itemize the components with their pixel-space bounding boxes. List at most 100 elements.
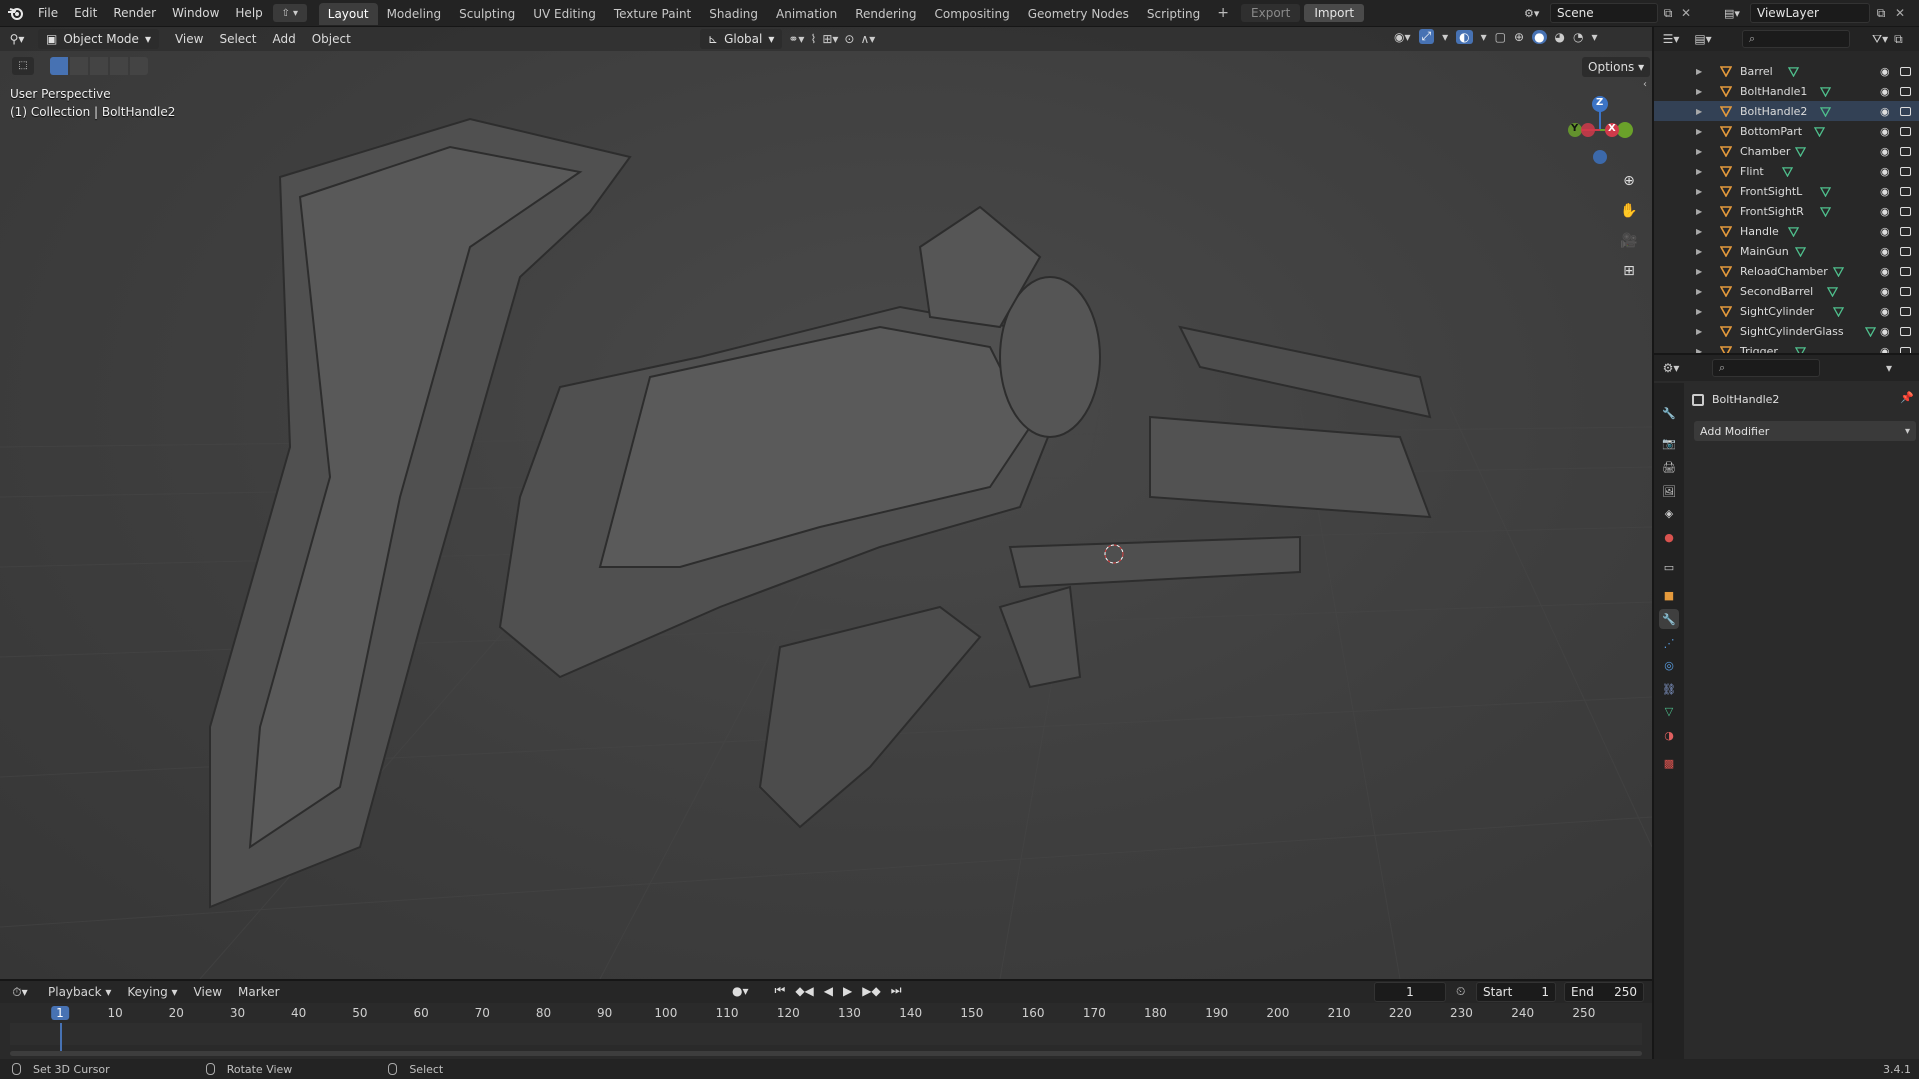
- expand-arrow-icon[interactable]: ▶: [1696, 107, 1702, 116]
- view-layer-icon[interactable]: 🖼: [1659, 481, 1679, 501]
- outliner-item[interactable]: ▶ Chamber ◉: [1654, 141, 1919, 161]
- eye-icon[interactable]: ◉: [1880, 305, 1890, 318]
- menu-file[interactable]: File: [30, 0, 66, 27]
- falloff-icon[interactable]: ∧▾: [860, 32, 875, 46]
- add-modifier-dropdown[interactable]: Add Modifier ▾: [1694, 421, 1916, 441]
- select-intersect-icon[interactable]: [130, 57, 148, 75]
- mesh-data-icon[interactable]: [1833, 266, 1845, 277]
- output-icon[interactable]: 🖨: [1659, 457, 1679, 477]
- jump-start-icon[interactable]: ⏮: [775, 983, 786, 998]
- menu-object[interactable]: Object: [304, 27, 359, 51]
- camera-icon[interactable]: [1900, 306, 1911, 316]
- new-scene-icon[interactable]: ⧉: [1658, 6, 1678, 21]
- filter-icon[interactable]: ⛛▾: [1872, 32, 1888, 47]
- expand-arrow-icon[interactable]: ▶: [1696, 87, 1702, 96]
- outliner-item[interactable]: ▶ Handle ◉: [1654, 221, 1919, 241]
- mesh-data-icon[interactable]: [1794, 246, 1806, 257]
- snap-target-icon[interactable]: ⊞▾: [822, 32, 838, 46]
- menu-keying[interactable]: Keying ▾: [119, 985, 185, 999]
- weapon-model[interactable]: [0, 27, 1652, 979]
- eye-icon[interactable]: ◉: [1880, 225, 1890, 238]
- mesh-data-icon[interactable]: [1788, 226, 1800, 237]
- end-frame-field[interactable]: End 250: [1564, 982, 1644, 1002]
- camera-icon[interactable]: [1900, 166, 1911, 176]
- scene-icon[interactable]: ◈: [1659, 503, 1679, 523]
- expand-arrow-icon[interactable]: ▶: [1696, 127, 1702, 136]
- mesh-data-icon[interactable]: [1826, 286, 1838, 297]
- outliner-item[interactable]: ▶ Flint ◉: [1654, 161, 1919, 181]
- add-workspace-icon[interactable]: +: [1209, 5, 1237, 21]
- pivot-point-icon[interactable]: ⚭▾: [788, 32, 804, 46]
- eye-icon[interactable]: ◉: [1880, 325, 1890, 338]
- texture-icon[interactable]: ▩: [1659, 753, 1679, 773]
- upload-dropdown-button[interactable]: ⇧ ▾: [272, 4, 307, 22]
- auto-keying-icon[interactable]: ●▾: [732, 984, 749, 998]
- menu-playback[interactable]: Playback ▾: [40, 985, 119, 999]
- menu-edit[interactable]: Edit: [66, 0, 105, 27]
- collapse-sidebar-icon[interactable]: ‹: [1643, 79, 1647, 90]
- blender-logo-icon[interactable]: [0, 0, 30, 27]
- tab-sculpting[interactable]: Sculpting: [450, 3, 524, 25]
- object-mode-dropdown[interactable]: ▣ Object Mode ▾: [38, 29, 159, 49]
- menu-add[interactable]: Add: [264, 27, 303, 51]
- play-reverse-icon[interactable]: ◀: [824, 984, 833, 998]
- tab-geometry-nodes[interactable]: Geometry Nodes: [1019, 3, 1138, 25]
- eye-icon[interactable]: ◉: [1880, 185, 1890, 198]
- eye-icon[interactable]: ◉: [1880, 205, 1890, 218]
- mesh-data-icon[interactable]: [1820, 106, 1832, 117]
- world-icon[interactable]: ●: [1659, 527, 1679, 547]
- timeline-scrollbar[interactable]: [10, 1051, 1642, 1056]
- view-layer-icon[interactable]: ▤▾: [1724, 7, 1750, 20]
- tab-rendering[interactable]: Rendering: [846, 3, 925, 25]
- outliner-item[interactable]: ▶ BottomPart ◉: [1654, 121, 1919, 141]
- play-icon[interactable]: ▶: [843, 984, 852, 998]
- tab-shading[interactable]: Shading: [700, 3, 767, 25]
- transform-orientation-dropdown[interactable]: ⊾ Global ▾: [700, 29, 783, 49]
- eye-icon[interactable]: ◉: [1880, 285, 1890, 298]
- tab-compositing[interactable]: Compositing: [925, 3, 1018, 25]
- collection-icon[interactable]: ▭: [1659, 557, 1679, 577]
- overlays-dropdown-icon[interactable]: ▾: [1481, 30, 1487, 44]
- scene-name-field[interactable]: Scene: [1550, 3, 1658, 23]
- menu-render[interactable]: Render: [105, 0, 164, 27]
- xray-icon[interactable]: ▢: [1495, 30, 1506, 44]
- camera-icon[interactable]: [1900, 286, 1911, 296]
- snap-icon[interactable]: ⌇: [810, 32, 816, 46]
- material-shading-icon[interactable]: ◕: [1555, 30, 1565, 44]
- expand-arrow-icon[interactable]: ▶: [1696, 247, 1702, 256]
- menu-marker[interactable]: Marker: [230, 985, 287, 999]
- mesh-data-icon[interactable]: [1788, 66, 1800, 77]
- expand-arrow-icon[interactable]: ▶: [1696, 167, 1702, 176]
- tab-animation[interactable]: Animation: [767, 3, 846, 25]
- menu-help[interactable]: Help: [227, 0, 270, 27]
- mesh-data-icon[interactable]: [1820, 86, 1832, 97]
- gizmo-toggle-icon[interactable]: ⤢: [1418, 29, 1435, 44]
- expand-arrow-icon[interactable]: ▶: [1696, 327, 1702, 336]
- outliner-item[interactable]: ▶ SightCylinder ◉: [1654, 301, 1919, 321]
- jump-keyframe-forward-icon[interactable]: ▶◆: [862, 984, 880, 998]
- start-frame-field[interactable]: Start 1: [1476, 982, 1556, 1002]
- menu-timeline-view[interactable]: View: [186, 985, 230, 999]
- preview-range-icon[interactable]: ⏲: [1456, 984, 1465, 999]
- camera-icon[interactable]: [1900, 106, 1911, 116]
- expand-arrow-icon[interactable]: ▶: [1696, 267, 1702, 276]
- delete-scene-icon[interactable]: ✕: [1678, 6, 1694, 20]
- camera-icon[interactable]: [1900, 266, 1911, 276]
- camera-icon[interactable]: [1900, 186, 1911, 196]
- outliner-item[interactable]: ▶ MainGun ◉: [1654, 241, 1919, 261]
- camera-icon[interactable]: [1900, 206, 1911, 216]
- camera-icon[interactable]: [1900, 86, 1911, 96]
- tab-layout[interactable]: Layout: [318, 3, 378, 25]
- keyframe-track[interactable]: [10, 1023, 1642, 1045]
- menu-view[interactable]: View: [167, 27, 211, 51]
- camera-view-icon[interactable]: 🎥: [1617, 229, 1641, 253]
- tab-scripting[interactable]: Scripting: [1138, 3, 1209, 25]
- shading-dropdown-icon[interactable]: ▾: [1592, 30, 1598, 44]
- modifier-icon[interactable]: 🔧: [1659, 609, 1679, 629]
- expand-arrow-icon[interactable]: ▶: [1696, 147, 1702, 156]
- new-view-layer-icon[interactable]: ⧉: [1870, 6, 1892, 21]
- eye-icon[interactable]: ◉: [1880, 65, 1890, 78]
- jump-keyframe-back-icon[interactable]: ◆◀: [795, 984, 813, 998]
- eye-icon[interactable]: ◉: [1880, 165, 1890, 178]
- current-frame-field[interactable]: 1: [1374, 982, 1446, 1002]
